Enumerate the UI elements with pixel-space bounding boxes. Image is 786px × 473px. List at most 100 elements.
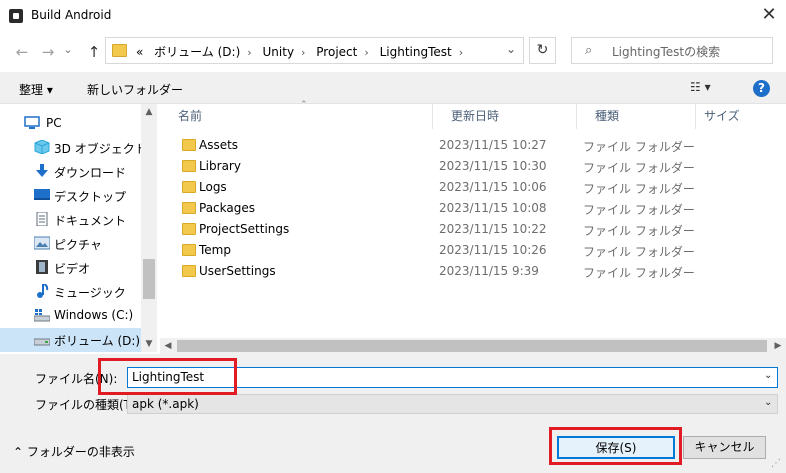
cancel-button[interactable]: キャンセル — [683, 436, 766, 459]
file-date: 2023/11/15 10:30 — [439, 159, 547, 173]
drive-windows-icon — [34, 309, 50, 322]
view-options-button[interactable]: ☷ ▾ — [690, 80, 711, 94]
sidebar-item-downloads[interactable]: ダウンロード — [0, 160, 141, 184]
column-header-size[interactable]: サイズ — [696, 104, 776, 129]
scroll-up-icon[interactable]: ▲ — [141, 104, 157, 120]
sidebar-item-label: ビデオ — [54, 262, 91, 276]
sidebar-item-videos[interactable]: ビデオ — [0, 256, 141, 280]
sidebar-item-windows-c[interactable]: Windows (C:) — [0, 304, 141, 328]
resize-grip-icon[interactable]: ⋰ — [771, 458, 781, 469]
table-row[interactable]: Library 2023/11/15 10:30 ファイル フォルダー — [160, 156, 770, 177]
file-name: Logs — [199, 180, 227, 194]
table-row[interactable]: Temp 2023/11/15 10:26 ファイル フォルダー — [160, 240, 770, 261]
filetype-select[interactable]: apk (*.apk) ⌄ — [127, 394, 778, 414]
file-date: 2023/11/15 10:27 — [439, 138, 547, 152]
command-bar: 整理 ▾ 新しいフォルダー ☷ ▾ ? — [0, 72, 786, 104]
file-date: 2023/11/15 10:06 — [439, 180, 547, 194]
breadcrumb-lightingtest[interactable]: LightingTest — [380, 45, 452, 59]
up-button[interactable]: ↑ — [84, 42, 104, 62]
sidebar-item-desktop[interactable]: デスクトップ — [0, 184, 141, 208]
scroll-left-icon[interactable]: ◀ — [160, 338, 176, 354]
sidebar-item-label: 3D オブジェクト — [54, 142, 147, 156]
breadcrumb-overflow[interactable]: « — [136, 45, 143, 59]
breadcrumb-separator: › — [364, 46, 369, 59]
sidebar-item-label: PC — [46, 116, 62, 130]
table-row[interactable]: ProjectSettings 2023/11/15 10:22 ファイル フォ… — [160, 219, 770, 240]
search-placeholder: LightingTestの検索 — [612, 45, 721, 59]
file-date: 2023/11/15 9:39 — [439, 264, 539, 278]
search-icon: ⌕ — [585, 43, 593, 58]
search-input[interactable]: ⌕ LightingTestの検索 — [571, 37, 773, 64]
sidebar-item-3d-objects[interactable]: 3D オブジェクト — [0, 136, 147, 160]
table-row[interactable]: Packages 2023/11/15 10:08 ファイル フォルダー — [160, 198, 770, 219]
window-title: Build Android — [31, 8, 112, 22]
filetype-value: apk (*.apk) — [132, 397, 199, 411]
table-row[interactable]: Logs 2023/11/15 10:06 ファイル フォルダー — [160, 177, 770, 198]
scrollbar-thumb[interactable] — [177, 340, 767, 352]
folder-icon — [182, 244, 196, 256]
folder-icon — [182, 181, 196, 193]
horizontal-scrollbar[interactable]: ◀ ▶ — [160, 338, 786, 354]
address-bar[interactable]: « ボリューム (D:) › Unity › Project › LightingTe… — [105, 37, 524, 64]
hide-folders-button[interactable]: ⌃ フォルダーの非表示 — [13, 443, 135, 460]
folder-icon — [112, 44, 127, 57]
pc-icon — [24, 116, 40, 129]
new-folder-button[interactable]: 新しいフォルダー — [87, 81, 183, 98]
music-icon — [37, 284, 49, 298]
sidebar-item-music[interactable]: ミュージック — [0, 280, 141, 304]
title-bar: Build Android ✕ — [0, 0, 786, 32]
table-row[interactable]: Assets 2023/11/15 10:27 ファイル フォルダー — [160, 135, 770, 156]
highlight-box-filename — [98, 358, 237, 395]
desktop-icon — [34, 189, 50, 200]
breadcrumb-volume-d[interactable]: ボリューム (D:) — [154, 45, 240, 59]
sidebar-item-pictures[interactable]: ピクチャ — [0, 232, 141, 256]
column-header-date[interactable]: 更新日時 — [433, 104, 577, 129]
scroll-right-icon[interactable]: ▶ — [770, 338, 786, 354]
sidebar-item-label: Windows (C:) — [54, 308, 134, 322]
breadcrumb-separator: › — [458, 46, 464, 59]
column-header-type[interactable]: 種類 — [577, 104, 696, 129]
file-name: Temp — [199, 243, 231, 257]
chevron-down-icon[interactable]: ⌄ — [764, 397, 772, 408]
folder-icon — [182, 202, 196, 214]
folder-icon — [182, 265, 196, 277]
organize-button[interactable]: 整理 ▾ — [19, 81, 53, 98]
file-date: 2023/11/15 10:08 — [439, 201, 547, 215]
sidebar-item-documents[interactable]: ドキュメント — [0, 208, 141, 232]
breadcrumb: « ボリューム (D:) › Unity › Project › LightingTe… — [136, 43, 470, 60]
file-name: ProjectSettings — [199, 222, 290, 236]
sidebar-item-pc[interactable]: PC — [0, 112, 141, 136]
sort-ascending-icon: ⌃ — [300, 100, 308, 110]
column-header-name[interactable]: 名前 — [160, 104, 433, 129]
help-icon[interactable]: ? — [753, 80, 770, 97]
file-date: 2023/11/15 10:22 — [439, 222, 547, 236]
sidebar-item-label: ダウンロード — [54, 166, 127, 180]
file-type: ファイル フォルダー — [583, 203, 695, 217]
cube-icon — [34, 140, 50, 154]
scroll-down-icon[interactable]: ▼ — [141, 336, 157, 352]
back-button[interactable]: ← — [12, 42, 32, 62]
breadcrumb-separator: › — [301, 46, 306, 59]
file-type: ファイル フォルダー — [583, 161, 695, 175]
sidebar-item-label: ボリューム (D:) — [54, 334, 141, 348]
close-icon[interactable]: ✕ — [759, 5, 779, 25]
table-row[interactable]: UserSettings 2023/11/15 9:39 ファイル フォルダー — [160, 261, 770, 282]
file-type: ファイル フォルダー — [583, 266, 695, 280]
sidebar-item-label: ドキュメント — [54, 214, 127, 228]
sidebar-scrollbar[interactable]: ▲ ▼ — [141, 104, 157, 352]
forward-button[interactable]: → — [38, 42, 58, 62]
chevron-down-icon[interactable]: ⌄ — [764, 370, 772, 381]
scrollbar-thumb[interactable] — [143, 259, 155, 299]
folder-icon — [182, 139, 196, 151]
breadcrumb-project[interactable]: Project — [316, 45, 357, 59]
file-type: ファイル フォルダー — [583, 245, 695, 259]
file-type: ファイル フォルダー — [583, 140, 695, 154]
chevron-down-icon[interactable]: ⌄ — [506, 42, 516, 56]
recent-locations-button[interactable]: ⌄ — [58, 40, 78, 60]
sidebar-item-volume-d[interactable]: ボリューム (D:) — [0, 328, 141, 352]
navigation-pane: PC 3D オブジェクト ダウンロード デスクトップ ドキュメント ピクチャ ビ… — [0, 104, 157, 352]
app-icon — [9, 9, 23, 23]
breadcrumb-unity[interactable]: Unity — [263, 45, 295, 59]
refresh-button[interactable]: ↻ — [529, 37, 556, 64]
file-name: Assets — [199, 138, 239, 152]
